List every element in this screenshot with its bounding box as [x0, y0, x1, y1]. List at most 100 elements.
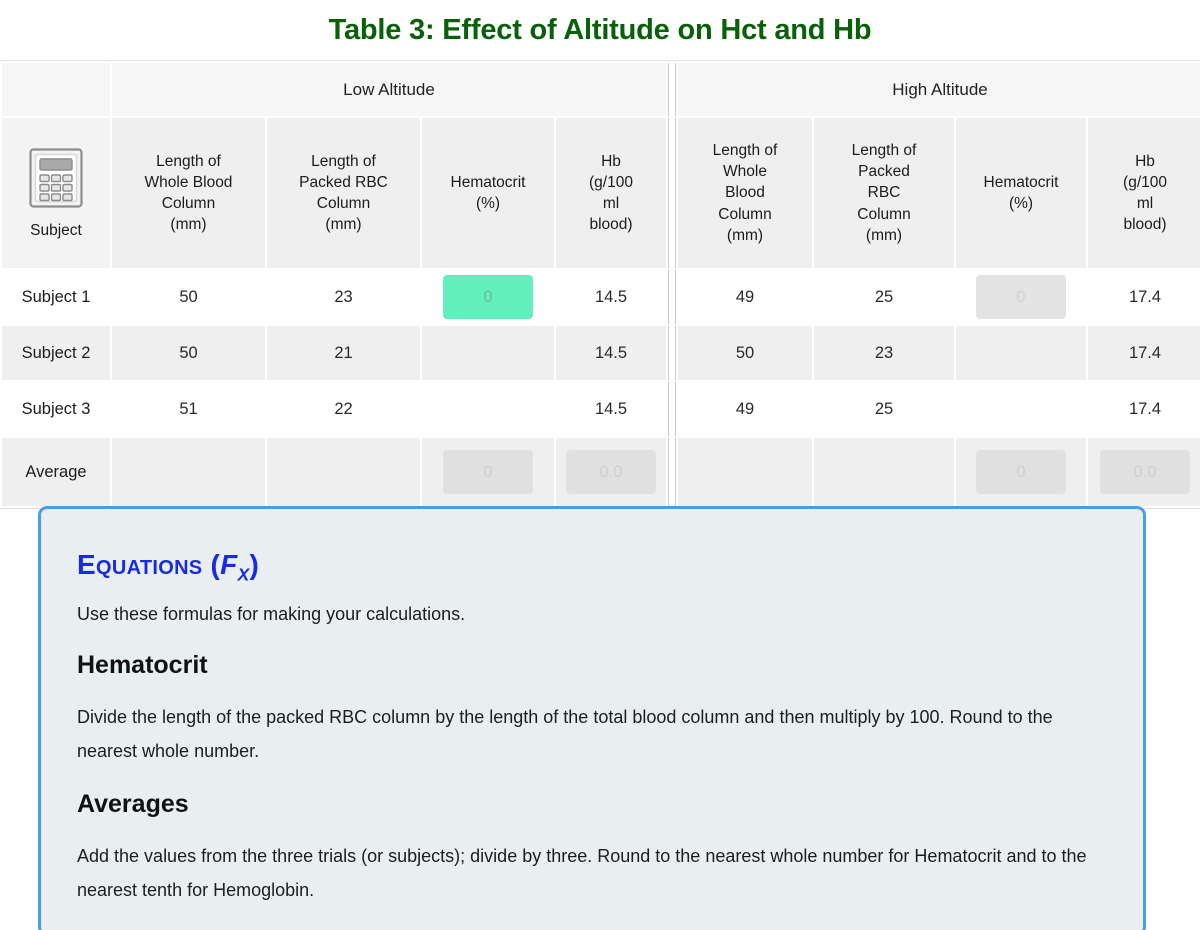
hdr-line: (mm) — [865, 226, 903, 244]
cell-average-high-hb — [1088, 438, 1200, 506]
column-header-low-whole-blood: Length of Whole Blood Column (mm) — [112, 118, 265, 268]
hdr-line: Blood — [725, 184, 765, 202]
cell-low-packed-rbc: 22 — [267, 382, 420, 436]
section-body-hematocrit: Divide the length of the packed RBC colu… — [77, 706, 1053, 761]
hdr-line: Hematocrit — [450, 173, 526, 191]
cell-low-whole-blood: 51 — [112, 382, 265, 436]
page-title: Table 3: Effect of Altitude on Hct and H… — [328, 14, 872, 46]
altitude-divider — [668, 438, 676, 506]
hdr-line: ml — [1136, 195, 1154, 212]
equations-title-text: Equations — [77, 549, 203, 580]
altitude-divider — [668, 382, 676, 436]
row-label-subject-2: Subject 2 — [2, 326, 110, 380]
cell-high-packed-rbc: 25 — [814, 270, 954, 324]
cell-average-high-whole-blood — [678, 438, 812, 506]
hdr-line: blood) — [589, 216, 633, 234]
hdr-line: Whole — [723, 163, 767, 181]
cell-high-hb: 17.4 — [1088, 382, 1200, 436]
cell-low-whole-blood: 50 — [112, 326, 265, 380]
input-high-hematocrit-subject-1[interactable] — [976, 275, 1066, 319]
column-header-high-packed-rbc: Length of Packed RBC Column (mm) — [814, 118, 954, 268]
column-header-low-hb: Hb (g/100 ml blood) — [556, 118, 666, 268]
group-header-high-altitude: High Altitude — [678, 63, 1200, 116]
input-average-low-hb — [566, 450, 656, 494]
hdr-line: Hematocrit — [983, 173, 1059, 191]
cell-average-low-hematocrit — [422, 438, 554, 506]
cell-low-hb: 14.5 — [556, 326, 666, 380]
column-header-high-whole-blood: Length of Whole Blood Column (mm) — [678, 118, 812, 268]
equations-callout-title: Equations (FX) — [77, 549, 1107, 586]
calculator-icon — [2, 147, 110, 214]
column-header-low-packed-rbc: Length of Packed RBC Column (mm) — [267, 118, 420, 268]
hdr-line: (%) — [1008, 195, 1034, 212]
hdr-line: (mm) — [170, 216, 207, 234]
input-low-hematocrit-subject-1[interactable] — [443, 275, 533, 319]
hdr-line: Hb — [1135, 152, 1155, 170]
cell-low-packed-rbc: 23 — [267, 270, 420, 324]
fx-subscript: X — [237, 564, 250, 585]
hdr-line: RBC — [867, 184, 901, 202]
cell-high-hematocrit[interactable] — [956, 326, 1086, 380]
equations-intro: Use these formulas for making your calcu… — [77, 603, 466, 624]
altitude-divider — [668, 63, 676, 116]
hdr-line: ml — [602, 195, 620, 212]
hdr-line: Length of — [311, 152, 376, 170]
column-header-high-hematocrit: Hematocrit (%) — [956, 118, 1086, 268]
altitude-data-table: Low Altitude High Altitude Subject Lengt… — [0, 60, 1200, 509]
column-header-subject: Subject — [2, 118, 110, 268]
cell-high-hematocrit — [956, 270, 1086, 324]
group-header-blank — [2, 63, 110, 116]
hdr-line: (mm) — [726, 226, 764, 244]
input-average-high-hematocrit — [976, 450, 1066, 494]
page-root: Table 3: Effect of Altitude on Hct and H… — [0, 0, 1200, 930]
column-header-high-hb: Hb (g/100 ml blood) — [1088, 118, 1200, 268]
cell-low-hematocrit — [422, 270, 554, 324]
hdr-line: (g/100 — [589, 173, 633, 191]
hdr-line: Column — [316, 195, 371, 212]
fx-f: F — [220, 549, 238, 580]
input-average-high-hb — [1100, 450, 1190, 494]
cell-high-packed-rbc: 25 — [814, 382, 954, 436]
hdr-line: Packed RBC — [299, 173, 388, 191]
equations-title-paren-open: ( — [202, 549, 221, 580]
cell-low-hematocrit[interactable] — [422, 326, 554, 380]
fx-symbol: FX — [220, 549, 249, 585]
row-label-subject-3: Subject 3 — [2, 382, 110, 436]
hdr-line: Column — [857, 205, 911, 223]
hdr-line: Packed — [858, 163, 910, 181]
section-heading-hematocrit: Hematocrit — [77, 650, 208, 679]
cell-low-hb: 14.5 — [556, 270, 666, 324]
altitude-divider — [668, 270, 676, 324]
cell-high-whole-blood: 49 — [678, 382, 812, 436]
cell-average-low-packed-rbc — [267, 438, 420, 506]
cell-average-low-whole-blood — [112, 438, 265, 506]
cell-low-whole-blood: 50 — [112, 270, 265, 324]
cell-average-high-packed-rbc — [814, 438, 954, 506]
table-row: Subject 1 50 23 14.5 49 25 17.4 — [2, 270, 1200, 324]
altitude-divider — [668, 118, 676, 268]
section-heading-averages: Averages — [77, 789, 189, 818]
cell-high-packed-rbc: 23 — [814, 326, 954, 380]
equations-callout: Equations (FX) Use these formulas for ma… — [38, 506, 1146, 930]
column-header-subject-label: Subject — [30, 221, 82, 239]
cell-average-high-hematocrit — [956, 438, 1086, 506]
cell-high-hematocrit[interactable] — [956, 382, 1086, 436]
column-header-row: Subject Length of Whole Blood Column (mm… — [2, 118, 1200, 268]
cell-low-hematocrit[interactable] — [422, 382, 554, 436]
equations-title-paren-close: ) — [249, 549, 260, 580]
hdr-line: Column — [718, 205, 772, 223]
hdr-line: (mm) — [325, 216, 362, 234]
cell-average-low-hb — [556, 438, 666, 506]
altitude-divider — [668, 326, 676, 380]
table-row-average: Average — [2, 438, 1200, 506]
hdr-line: Length of — [851, 142, 917, 160]
cell-low-hb: 14.5 — [556, 382, 666, 436]
group-header-low-altitude: Low Altitude — [112, 63, 666, 116]
section-body-averages: Add the values from the three trials (or… — [77, 845, 1087, 901]
hdr-line: Hb — [601, 152, 621, 170]
row-label-average: Average — [2, 438, 110, 506]
hdr-line: Length of — [712, 142, 778, 160]
cell-high-whole-blood: 50 — [678, 326, 812, 380]
table-row: Subject 2 50 21 14.5 50 23 17.4 — [2, 326, 1200, 380]
hdr-line: (%) — [475, 195, 501, 212]
